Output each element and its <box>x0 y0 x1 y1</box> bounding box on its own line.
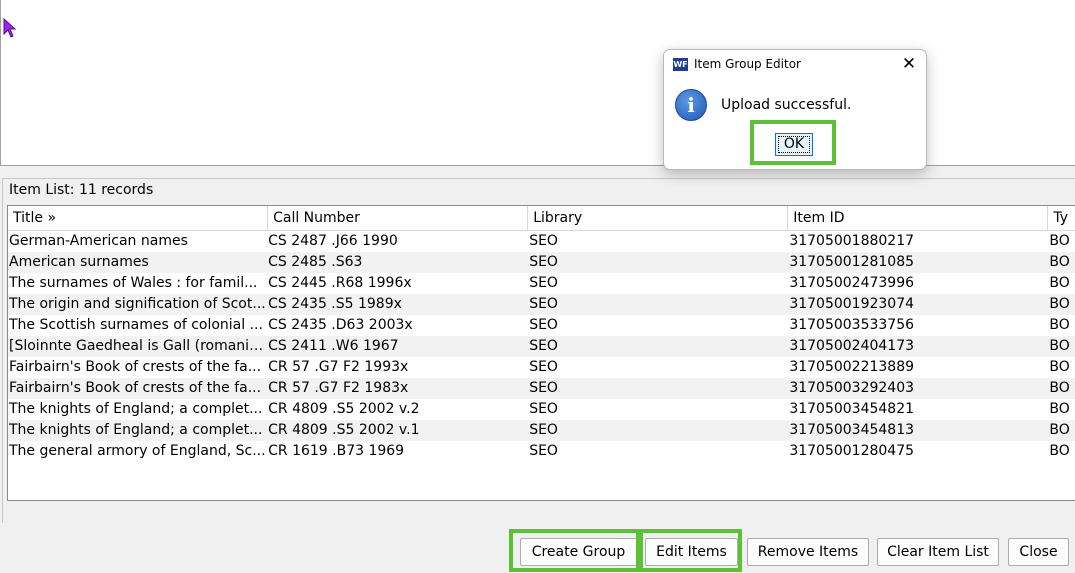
cell-call-number: CS 2435 .D63 2003x <box>268 317 413 333</box>
dialog-message: Upload successful. <box>721 97 852 113</box>
dialog-title: Item Group Editor <box>694 57 801 71</box>
cell-type: BO <box>1049 338 1070 354</box>
cell-title: Fairbairn's Book of crests of the fa... <box>9 380 262 396</box>
table-row[interactable]: The knights of England; a complet... CR 4… <box>8 420 1075 441</box>
cell-call-number: CR 4809 .S5 2002 v.2 <box>268 401 420 417</box>
item-table[interactable]: Title » Call Number Library Item ID Ty G… <box>7 205 1075 501</box>
dialog-titlebar[interactable]: WF Item Group Editor ✕ <box>664 50 926 80</box>
cell-call-number: CS 2487 .J66 1990 <box>268 233 398 249</box>
table-row[interactable]: [Sloinnte Gaedheal is Gall (romaniz... CS… <box>8 336 1075 357</box>
cell-call-number: CR 57 .G7 F2 1983x <box>268 380 409 396</box>
item-list-title: Item List: 11 records <box>7 182 156 198</box>
column-header-call-number[interactable]: Call Number <box>268 206 529 230</box>
cell-library: SEO <box>529 254 558 270</box>
table-row[interactable]: Fairbairn's Book of crests of the fa... C… <box>8 357 1075 378</box>
cell-library: SEO <box>529 338 558 354</box>
table-body: German-American names CS 2487 .J66 1990 SE… <box>8 231 1075 462</box>
edit-items-highlight <box>639 529 742 572</box>
cell-item-id: 31705003454813 <box>789 422 915 438</box>
dialog-close-icon[interactable]: ✕ <box>900 54 918 74</box>
mouse-cursor-icon <box>3 18 17 38</box>
cell-title: The knights of England; a complet... <box>9 422 263 438</box>
ok-button[interactable]: OK <box>775 133 813 156</box>
cell-type: BO <box>1049 443 1070 459</box>
info-icon: i <box>675 89 707 121</box>
cell-type: BO <box>1049 233 1070 249</box>
cell-item-id: 31705001281085 <box>789 254 915 270</box>
cell-type: BO <box>1049 359 1070 375</box>
table-row[interactable]: The knights of England; a complet... CR 4… <box>8 399 1075 420</box>
cell-call-number: CS 2435 .S5 1989x <box>268 296 402 312</box>
table-row[interactable]: German-American names CS 2487 .J66 1990 SE… <box>8 231 1075 252</box>
column-header-item-id[interactable]: Item ID <box>788 206 1049 230</box>
app-logo-icon: WF <box>673 58 688 71</box>
table-row[interactable]: The origin and signification of Scot... C… <box>8 294 1075 315</box>
cell-library: SEO <box>529 422 558 438</box>
column-header-type[interactable]: Ty <box>1048 206 1075 230</box>
cell-title: German-American names <box>9 233 188 249</box>
cell-type: BO <box>1049 317 1070 333</box>
cell-item-id: 31705003454821 <box>789 401 915 417</box>
cell-item-id: 31705003533756 <box>789 317 915 333</box>
close-button[interactable]: Close <box>1008 538 1069 566</box>
cell-library: SEO <box>529 443 558 459</box>
item-list-group: Item List: 11 records Title » Call Numbe… <box>2 178 1075 523</box>
create-group-highlight <box>509 529 640 572</box>
cell-call-number: CR 1619 .B73 1969 <box>268 443 405 459</box>
cell-title: [Sloinnte Gaedheal is Gall (romaniz... <box>9 338 269 354</box>
cell-item-id: 31705002213889 <box>789 359 915 375</box>
cell-library: SEO <box>529 317 558 333</box>
table-header: Title » Call Number Library Item ID Ty <box>8 206 1075 231</box>
cell-title: The origin and signification of Scot... <box>9 296 266 312</box>
cell-call-number: CS 2445 .R68 1996x <box>268 275 412 291</box>
cell-title: Fairbairn's Book of crests of the fa... <box>9 359 262 375</box>
cell-title: The Scottish surnames of colonial ... <box>9 317 263 333</box>
column-header-title[interactable]: Title » <box>8 206 269 230</box>
cell-type: BO <box>1049 254 1070 270</box>
cell-item-id: 31705001280475 <box>789 443 915 459</box>
cell-item-id: 31705001923074 <box>789 296 915 312</box>
cell-library: SEO <box>529 233 558 249</box>
table-row[interactable]: American surnames CS 2485 .S63 SEO 31705001… <box>8 252 1075 273</box>
cell-call-number: CS 2411 .W6 1967 <box>268 338 399 354</box>
cell-library: SEO <box>529 401 558 417</box>
cell-library: SEO <box>529 380 558 396</box>
cell-call-number: CS 2485 .S63 <box>268 254 363 270</box>
cell-type: BO <box>1049 275 1070 291</box>
cell-item-id: 31705002473996 <box>789 275 915 291</box>
cell-title: The general armory of England, Sc... <box>9 443 266 459</box>
cell-item-id: 31705001880217 <box>789 233 915 249</box>
item-group-editor-dialog: WF Item Group Editor ✕ i Upload successf… <box>663 49 927 170</box>
remove-items-button[interactable]: Remove Items <box>747 538 869 566</box>
cell-title: The surnames of Wales : for famil... <box>9 275 258 291</box>
cell-type: BO <box>1049 380 1070 396</box>
clear-item-list-button[interactable]: Clear Item List <box>877 538 999 566</box>
cell-title: American surnames <box>9 254 149 270</box>
cell-call-number: CR 57 .G7 F2 1993x <box>268 359 409 375</box>
cell-library: SEO <box>529 275 558 291</box>
cell-call-number: CR 4809 .S5 2002 v.1 <box>268 422 420 438</box>
cell-type: BO <box>1049 422 1070 438</box>
table-row[interactable]: The general armory of England, Sc... CR 1… <box>8 441 1075 462</box>
table-row[interactable]: The surnames of Wales : for famil... CS 2… <box>8 273 1075 294</box>
column-header-library[interactable]: Library <box>528 206 789 230</box>
cell-type: BO <box>1049 296 1070 312</box>
cell-type: BO <box>1049 401 1070 417</box>
cell-item-id: 31705003292403 <box>789 380 915 396</box>
table-row[interactable]: The Scottish surnames of colonial ... CS … <box>8 315 1075 336</box>
cell-item-id: 31705002404173 <box>789 338 915 354</box>
cell-library: SEO <box>529 296 558 312</box>
cell-library: SEO <box>529 359 558 375</box>
table-row[interactable]: Fairbairn's Book of crests of the fa... C… <box>8 378 1075 399</box>
cell-title: The knights of England; a complet... <box>9 401 263 417</box>
